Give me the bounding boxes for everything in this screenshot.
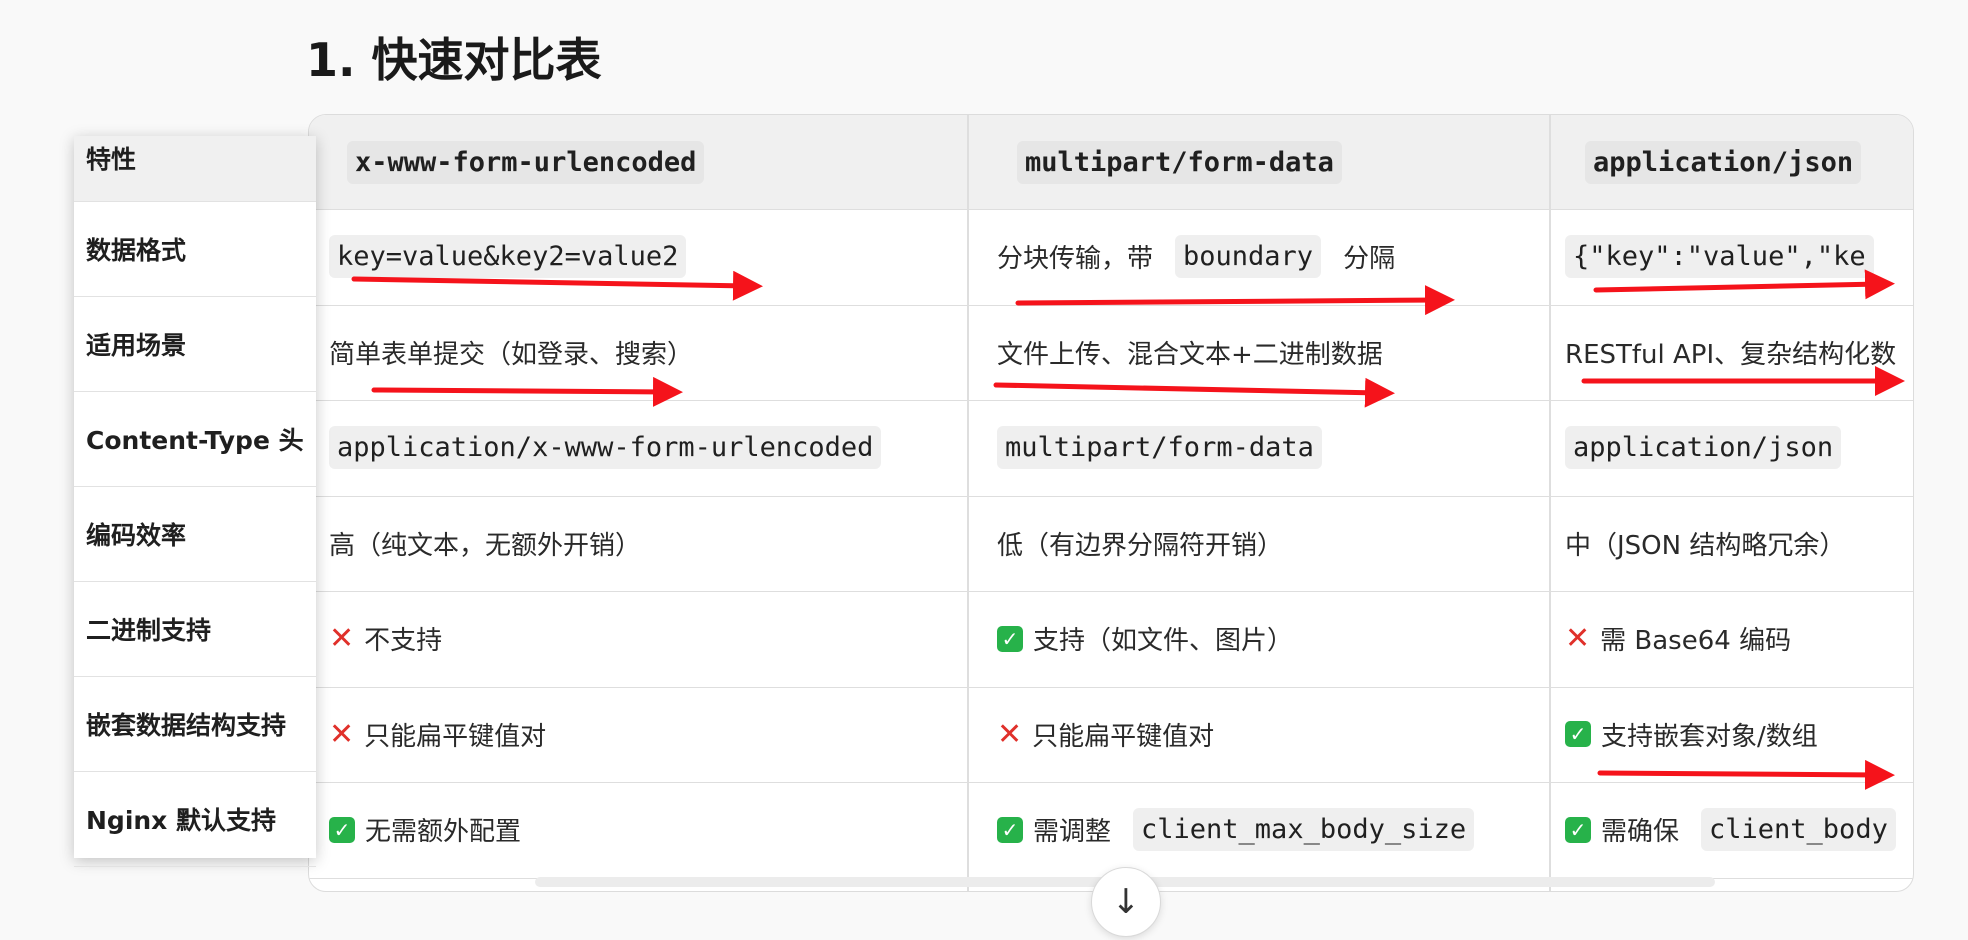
cell-text: 支持（如文件、图片） <box>1033 626 1294 657</box>
comparison-table[interactable]: x-www-form-urlencoded multipart/form-dat… <box>308 114 1914 892</box>
column-header-urlencoded: x-www-form-urlencoded <box>347 115 705 209</box>
table-cell: multipart/form-data <box>997 400 1322 496</box>
check-mark-icon: ✓ <box>997 625 1023 652</box>
column-divider <box>967 115 969 891</box>
table-cell: key=value&key2=value2 <box>329 209 687 305</box>
cross-mark-icon: ✕ <box>329 716 355 752</box>
check-mark-icon: ✓ <box>1565 721 1591 748</box>
table-cell: ✓ 支持嵌套对象/数组 <box>1565 687 1818 783</box>
cross-mark-icon: ✕ <box>329 621 355 657</box>
table-cell: 简单表单提交（如登录、搜索） <box>329 305 693 401</box>
table-cell: ✕ 只能扁平键值对 <box>329 687 546 783</box>
cell-text: 中（JSON 结构略冗余） <box>1565 530 1846 561</box>
cell-text: 支持嵌套对象/数组 <box>1601 721 1818 752</box>
table-cell: ✕ 只能扁平键值对 <box>997 687 1214 783</box>
table-cell: 中（JSON 结构略冗余） <box>1565 496 1845 592</box>
sticky-feature-column: 特性 数据格式 适用场景 Content-Type 头编码效率 二进制支持 嵌套数据结构… <box>74 136 316 867</box>
table-cell: application/json <box>1565 400 1842 496</box>
inline-code: multipart/form-data <box>997 426 1322 470</box>
inline-code: {"key":"value","ke <box>1565 235 1874 279</box>
table-cell: ✓ 需调整 client_max_body_size <box>997 782 1475 878</box>
feature-label: 适用场景 <box>74 297 316 392</box>
table-cell: ✓ 无需额外配置 <box>329 782 521 878</box>
table-cell: ✓ 需确保 client_body <box>1565 782 1896 878</box>
table-cell: ✓ 支持（如文件、图片） <box>997 591 1293 687</box>
inline-code: application/x-www-form-urlencoded <box>329 426 882 470</box>
cell-text: RESTful API、复杂结构化数 <box>1565 339 1897 370</box>
cell-text: 分块传输，带 <box>997 244 1154 275</box>
cell-text: 简单表单提交（如登录、搜索） <box>329 339 694 370</box>
section-heading: 1. 快速对比表 <box>306 33 602 87</box>
cell-text: 无需额外配置 <box>365 817 522 848</box>
cell-text: 不支持 <box>364 626 443 657</box>
inline-code: client_max_body_size <box>1133 808 1475 852</box>
table-cell: ✕ 不支持 <box>329 591 442 687</box>
inline-code: client_body <box>1701 808 1896 852</box>
inline-code: application/json <box>1565 426 1842 470</box>
cell-text: 低（有边界分隔符开销） <box>997 530 1284 561</box>
table-cell: application/x-www-form-urlencoded <box>329 400 882 496</box>
inline-code: key=value&key2=value2 <box>329 235 687 279</box>
cell-text: 分隔 <box>1343 244 1396 275</box>
scroll-down-button[interactable]: ↓ <box>1091 867 1161 937</box>
cell-text: 只能扁平键值对 <box>364 721 547 752</box>
feature-label: 数据格式 <box>74 202 316 297</box>
cross-mark-icon: ✕ <box>1565 621 1591 657</box>
feature-label: 编码效率 <box>74 487 316 582</box>
table-row: key=value&key2=value2 分块传输，带 boundary 分隔 {"k… <box>309 209 1913 306</box>
column-header-multipart: multipart/form-data <box>1017 115 1342 209</box>
arrow-down-icon: ↓ <box>1111 882 1141 922</box>
table-cell: ✕ 需 Base64 编码 <box>1565 591 1791 687</box>
cell-text: 只能扁平键值对 <box>1032 721 1215 752</box>
table-row: ✓ 无需额外配置 ✓ 需调整 client_max_body_size ✓ 需确保 clien… <box>309 782 1913 879</box>
check-mark-icon: ✓ <box>329 816 355 843</box>
table-cell: 低（有边界分隔符开销） <box>997 496 1283 592</box>
feature-label: 嵌套数据结构支持 <box>74 677 316 772</box>
cell-text: 需 Base64 编码 <box>1600 626 1792 657</box>
cell-text: 需调整 <box>1033 817 1112 848</box>
check-mark-icon: ✓ <box>997 816 1023 843</box>
table-row: 简单表单提交（如登录、搜索） 文件上传、混合文本+二进制数据 RESTful API… <box>309 305 1913 401</box>
check-mark-icon: ✓ <box>1565 816 1591 843</box>
table-row: ✕ 只能扁平键值对 ✕ 只能扁平键值对 ✓ 支持嵌套对象/数组 <box>309 687 1913 783</box>
cross-mark-icon: ✕ <box>997 716 1023 752</box>
table-header-row: x-www-form-urlencoded multipart/form-dat… <box>309 115 1913 210</box>
feature-label: Content-Type 头 <box>74 392 316 487</box>
column-divider <box>1549 115 1551 891</box>
column-header-json: application/json <box>1585 115 1862 209</box>
feature-label: Nginx 默认支持 <box>74 772 316 867</box>
cell-text: 文件上传、混合文本+二进制数据 <box>997 339 1383 370</box>
table-cell: {"key":"value","ke <box>1565 209 1874 305</box>
table-row: application/x-www-form-urlencoded multipa… <box>309 400 1913 497</box>
cell-text: 需确保 <box>1601 817 1680 848</box>
feature-label: 二进制支持 <box>74 582 316 677</box>
table-row: ✕ 不支持 ✓ 支持（如文件、图片） ✕ 需 Base64 编码 <box>309 591 1913 688</box>
table-cell: 高（纯文本，无额外开销） <box>329 496 641 592</box>
table-cell: 文件上传、混合文本+二进制数据 <box>997 305 1383 401</box>
table-cell: 分块传输，带 boundary 分隔 <box>997 209 1395 305</box>
inline-code: boundary <box>1175 235 1322 279</box>
table-cell: RESTful API、复杂结构化数 <box>1565 305 1896 401</box>
cell-text: 高（纯文本，无额外开销） <box>329 530 642 561</box>
table-row: 高（纯文本，无额外开销） 低（有边界分隔符开销） 中（JSON 结构略冗余） <box>309 496 1913 592</box>
column-header-feature: 特性 <box>74 136 316 202</box>
